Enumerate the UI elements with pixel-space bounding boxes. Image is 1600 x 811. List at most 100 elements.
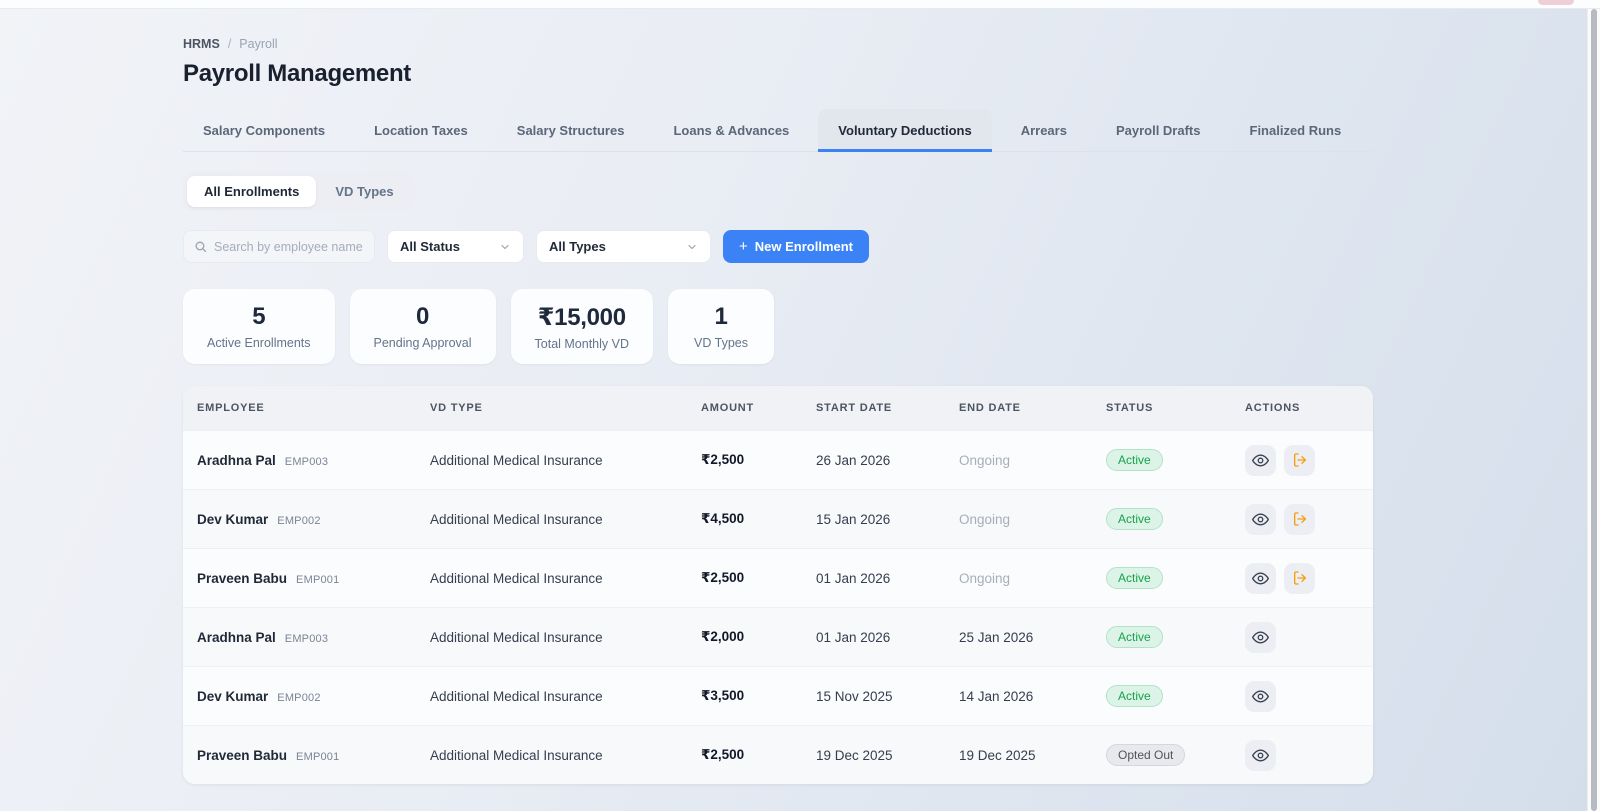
scrollbar-track[interactable]: [1587, 9, 1600, 811]
employee-name: Aradhna Pal: [197, 453, 276, 468]
tab-arrears[interactable]: Arrears: [1001, 109, 1087, 151]
eye-icon: [1252, 629, 1269, 646]
page-title: Payroll Management: [183, 60, 1373, 88]
table-row: Dev KumarEMP002Additional Medical Insura…: [183, 666, 1373, 725]
employee-name: Dev Kumar: [197, 689, 268, 704]
search-input[interactable]: [214, 240, 364, 254]
employee-id: EMP001: [296, 751, 339, 763]
employee-id: EMP002: [277, 692, 320, 704]
end-date-cell: 19 Dec 2025: [959, 748, 1106, 763]
subtab-vd-types[interactable]: VD Types: [318, 176, 410, 207]
end-date-cell: Ongoing: [959, 571, 1106, 586]
column-header-start-date: Start Date: [816, 402, 959, 414]
breadcrumb-hrms[interactable]: HRMS: [183, 37, 220, 51]
opt-out-button[interactable]: [1284, 445, 1315, 476]
actions-cell: [1245, 504, 1359, 535]
actions-cell: [1245, 563, 1359, 594]
type-filter-value: All Types: [549, 239, 606, 254]
stat-value: 1: [692, 303, 750, 331]
employee-cell: Aradhna Pal EMP003: [197, 630, 430, 645]
employee-cell: Dev KumarEMP002: [197, 512, 430, 527]
main-tabs: Salary ComponentsLocation TaxesSalary St…: [183, 109, 1373, 152]
table-row: Praveen BabuEMP001Additional Medical Ins…: [183, 548, 1373, 607]
chevron-down-icon: [499, 241, 511, 253]
view-button[interactable]: [1245, 681, 1276, 712]
eye-icon: [1252, 452, 1269, 469]
column-header-employee: Employee: [197, 402, 430, 414]
employee-name: Praveen Babu: [197, 571, 287, 586]
status-cell: Active: [1106, 567, 1245, 589]
employee-id: EMP003: [285, 456, 328, 468]
stat-label: VD Types: [692, 336, 750, 350]
employee-name: Dev Kumar: [197, 512, 268, 527]
new-enrollment-button[interactable]: + New Enrollment: [723, 230, 869, 263]
view-button[interactable]: [1245, 504, 1276, 535]
actions-cell: [1245, 445, 1359, 476]
tab-salary-structures[interactable]: Salary Structures: [497, 109, 645, 151]
scrollbar-thumb[interactable]: [1591, 9, 1597, 811]
tab-payroll-drafts[interactable]: Payroll Drafts: [1096, 109, 1221, 151]
vd-type-cell: Additional Medical Insurance: [430, 512, 701, 527]
start-date-cell: 01 Jan 2026: [816, 571, 959, 586]
end-date-cell: 25 Jan 2026: [959, 630, 1106, 645]
filter-row: All Status All Types + New Enrollment: [183, 230, 1373, 263]
actions-cell: [1245, 622, 1359, 653]
amount-cell: ₹2,500: [701, 570, 816, 586]
employee-cell: Praveen Babu EMP001: [197, 748, 430, 763]
opt-out-icon: [1292, 452, 1308, 468]
start-date-cell: 15 Jan 2026: [816, 512, 959, 527]
status-cell: Active: [1106, 685, 1245, 707]
status-filter-value: All Status: [400, 239, 460, 254]
employee-cell: Aradhna Pal EMP003: [197, 453, 430, 468]
actions-cell: [1245, 681, 1359, 712]
view-button[interactable]: [1245, 563, 1276, 594]
table-row: Aradhna Pal EMP003 Additional Medical Insu…: [183, 607, 1373, 666]
employee-cell: Praveen BabuEMP001: [197, 571, 430, 586]
employee-name: Aradhna Pal: [197, 630, 276, 645]
vd-type-cell: Additional Medical Insurance: [430, 630, 701, 645]
eye-icon: [1252, 511, 1269, 528]
start-date-cell: 19 Dec 2025: [816, 748, 959, 763]
employee-id: EMP003: [285, 633, 328, 645]
column-header-vd-type: VD Type: [430, 402, 701, 414]
stat-label: Active Enrollments: [207, 336, 311, 350]
plus-icon: +: [739, 239, 748, 254]
stat-value: ₹15,000: [535, 303, 629, 332]
tab-voluntary-deductions[interactable]: Voluntary Deductions: [818, 109, 991, 151]
enrollments-table: EmployeeVD TypeAmountStart DateEnd DateS…: [183, 386, 1373, 784]
type-filter-select[interactable]: All Types: [536, 230, 711, 263]
sub-tabs: All EnrollmentsVD Types: [183, 172, 415, 211]
breadcrumb: HRMS / Payroll: [183, 37, 1373, 51]
view-button[interactable]: [1245, 740, 1276, 771]
eye-icon: [1252, 688, 1269, 705]
view-button[interactable]: [1245, 445, 1276, 476]
column-header-end-date: End Date: [959, 402, 1106, 414]
column-header-status: Status: [1106, 402, 1245, 414]
tab-location-taxes[interactable]: Location Taxes: [354, 109, 488, 151]
tab-salary-components[interactable]: Salary Components: [183, 109, 345, 151]
opt-out-button[interactable]: [1284, 563, 1315, 594]
status-badge: Opted Out: [1106, 744, 1185, 766]
employee-name: Praveen Babu: [197, 748, 287, 763]
eye-icon: [1252, 570, 1269, 587]
vd-type-cell: Additional Medical Insurance: [430, 453, 701, 468]
tab-loans-advances[interactable]: Loans & Advances: [653, 109, 809, 151]
column-header-actions: Actions: [1245, 402, 1359, 414]
amount-cell: ₹2,500: [701, 747, 816, 763]
opt-out-button[interactable]: [1284, 504, 1315, 535]
view-button[interactable]: [1245, 622, 1276, 653]
vd-type-cell: Additional Medical Insurance: [430, 748, 701, 763]
chrome-pill-decoration: [1538, 0, 1574, 5]
tab-finalized-runs[interactable]: Finalized Runs: [1230, 109, 1362, 151]
end-date-cell: 14 Jan 2026: [959, 689, 1106, 704]
status-filter-select[interactable]: All Status: [387, 230, 524, 263]
start-date-cell: 01 Jan 2026: [816, 630, 959, 645]
search-box[interactable]: [183, 230, 375, 263]
breadcrumb-separator: /: [228, 37, 231, 51]
status-badge: Active: [1106, 567, 1163, 589]
employee-cell: Dev Kumar EMP002: [197, 689, 430, 704]
status-cell: Opted Out: [1106, 744, 1245, 766]
opt-out-icon: [1292, 570, 1308, 586]
subtab-all-enrollments[interactable]: All Enrollments: [187, 176, 316, 207]
chevron-down-icon: [686, 241, 698, 253]
